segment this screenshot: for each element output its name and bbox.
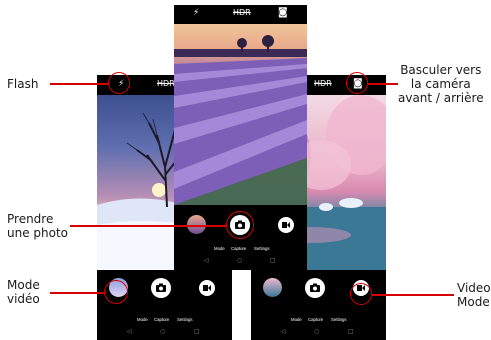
take-photo-annotation: Prendre une photo (7, 212, 68, 240)
mode-pointer-line (50, 292, 104, 294)
settings-label[interactable]: Settings (177, 317, 193, 322)
video-pointer-line (372, 294, 454, 296)
mode-text-line2: vidéo (7, 292, 40, 306)
top-bar: ⚡ HDR ◙ (174, 5, 307, 24)
video-button[interactable] (278, 217, 294, 233)
capture-label[interactable]: Capture (154, 317, 169, 322)
switch-text-line2: la caméra (410, 77, 471, 91)
back-icon[interactable]: ◁ (127, 328, 132, 335)
lavender-field-scene (174, 35, 307, 205)
home-icon[interactable]: ○ (314, 328, 319, 335)
flash-icon[interactable]: ⚡ (193, 9, 199, 18)
hdr-off-icon[interactable]: HDR (314, 80, 332, 88)
home-icon[interactable]: ○ (237, 257, 242, 264)
video-icon (282, 222, 290, 228)
switch-camera-icon[interactable]: ◙ (278, 8, 288, 18)
video-text-line2: Mode (457, 295, 490, 309)
switch-text-line1: Basculer vers (400, 63, 482, 77)
settings-label[interactable]: Settings (254, 246, 270, 251)
video-mode-annotation: Mode vidéo (7, 278, 40, 306)
bottom-controls: Mode Capture Settings ◁ ○ □ (251, 270, 386, 340)
switch-text-line3: avant / arrière (398, 91, 484, 105)
mode-label[interactable]: Mode (291, 317, 302, 322)
hdr-off-icon[interactable]: HDR (233, 9, 251, 17)
capture-pointer-line (70, 225, 226, 227)
photo-text-line2: une photo (7, 226, 69, 240)
flash-highlight-ring (108, 72, 130, 94)
capture-highlight-ring (226, 211, 254, 239)
recent-apps-icon[interactable]: □ (270, 257, 276, 264)
gallery-highlight-ring (104, 280, 128, 304)
flash-annotation: Flash (7, 77, 38, 91)
flash-pointer-line (50, 83, 108, 85)
mode-text-line1: Mode (7, 278, 40, 292)
switch-pointer-line (368, 83, 398, 85)
photo-text-line1: Prendre (7, 212, 54, 226)
home-icon[interactable]: ○ (160, 328, 165, 335)
video-mode-right-annotation: Video Mode (457, 281, 491, 309)
switch-camera-annotation: Basculer vers la caméra avant / arrière (398, 63, 484, 105)
video-highlight-ring (350, 283, 372, 305)
capture-label[interactable]: Capture (231, 246, 246, 251)
back-icon[interactable]: ◁ (204, 257, 209, 264)
camera-icon (156, 283, 166, 292)
mode-label[interactable]: Mode (214, 246, 225, 251)
video-button[interactable] (199, 280, 215, 296)
video-text-line1: Video (457, 281, 491, 295)
video-icon (203, 285, 211, 291)
capture-button[interactable] (151, 278, 171, 298)
gallery-thumbnail[interactable] (263, 278, 282, 297)
back-icon[interactable]: ◁ (281, 328, 286, 335)
switch-highlight-ring (346, 72, 368, 94)
camera-icon (310, 283, 320, 292)
capture-button[interactable] (305, 278, 325, 298)
capture-label[interactable]: Capture (308, 317, 323, 322)
camera-viewfinder (174, 24, 307, 205)
mode-label[interactable]: Mode (137, 317, 148, 322)
hdr-off-icon[interactable]: HDR (157, 80, 175, 88)
recent-apps-icon[interactable]: □ (194, 328, 200, 335)
recent-apps-icon[interactable]: □ (348, 328, 354, 335)
flash-text: Flash (7, 77, 39, 91)
settings-label[interactable]: Settings (331, 317, 347, 322)
